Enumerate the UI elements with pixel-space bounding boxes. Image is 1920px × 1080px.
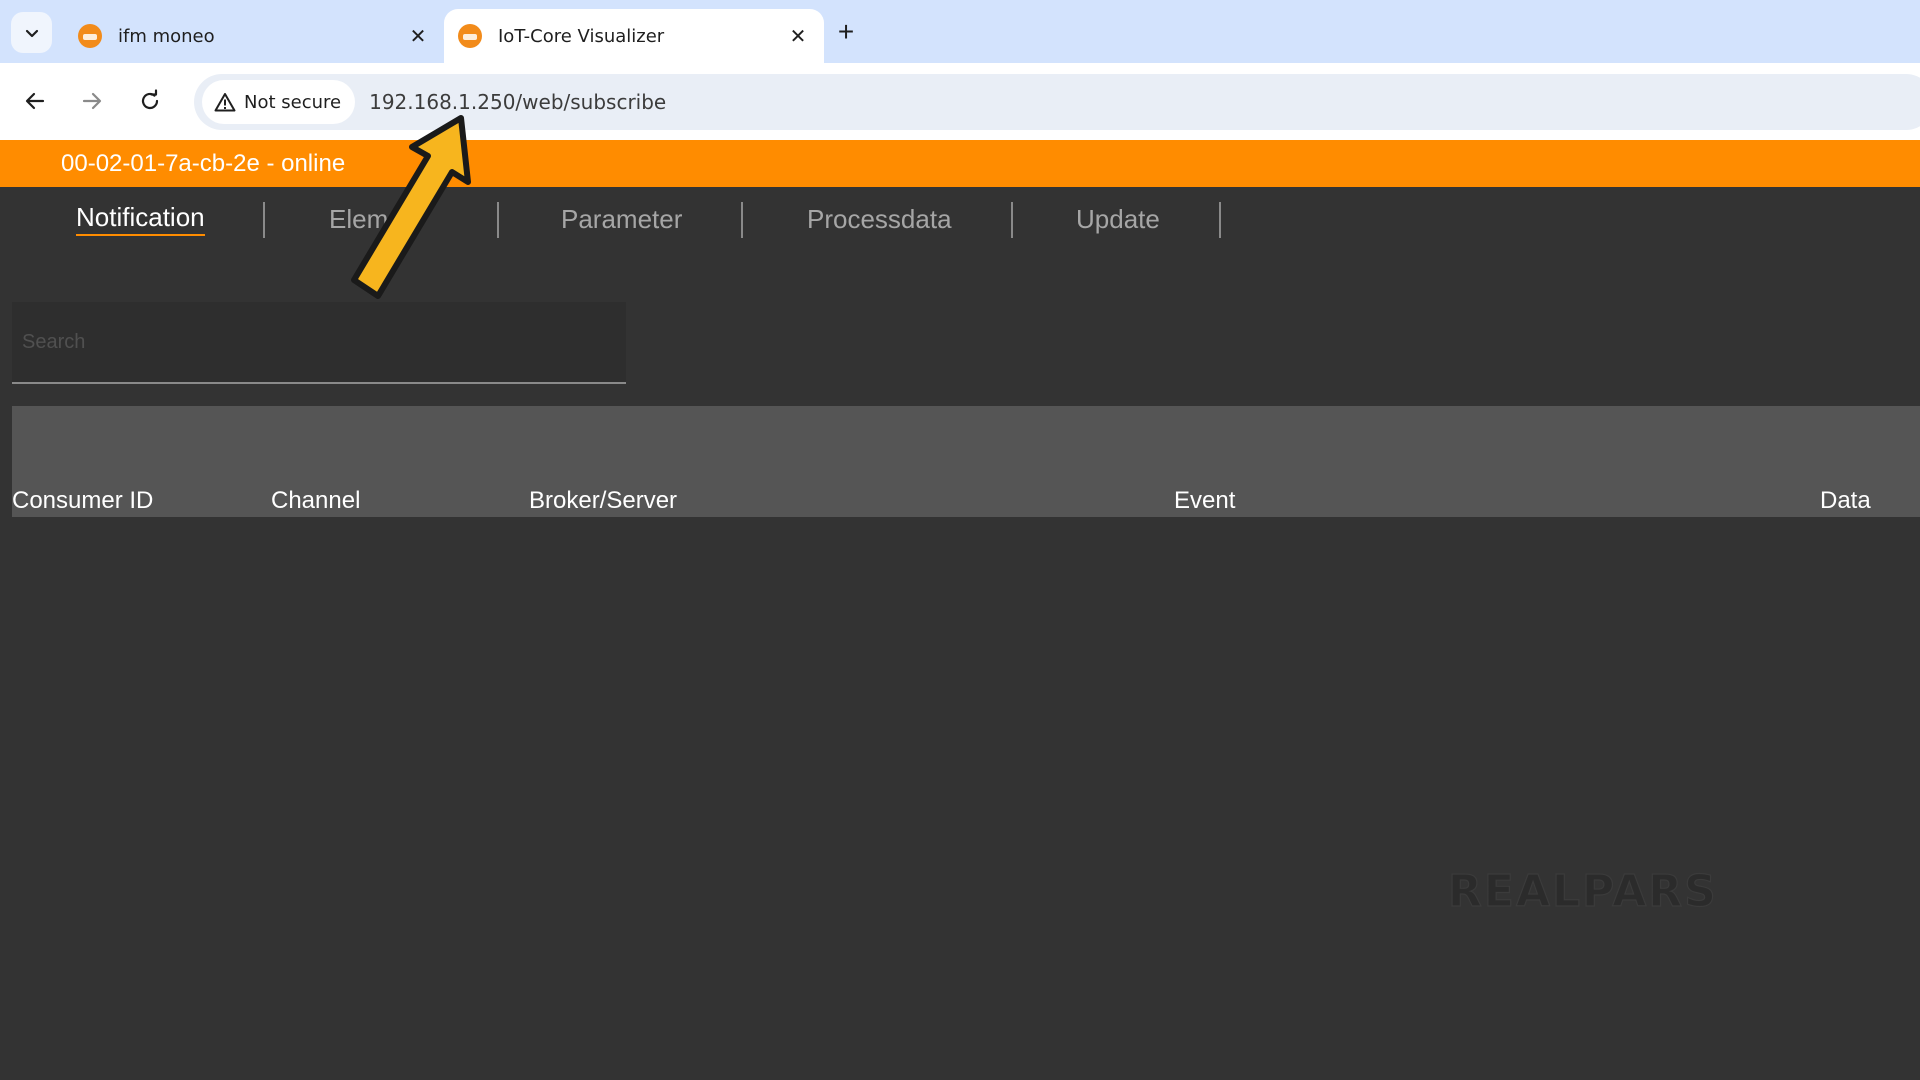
- notification-table-header: Consumer ID Channel Broker/Server Event …: [12, 406, 1920, 517]
- arrow-right-icon: [82, 92, 102, 110]
- tab-update[interactable]: Update: [1076, 198, 1160, 240]
- browser-tab-ifm-moneo[interactable]: ifm moneo ✕: [64, 9, 444, 63]
- security-indicator[interactable]: Not secure: [202, 80, 356, 124]
- ifm-favicon-icon: [458, 24, 482, 48]
- new-tab-button[interactable]: +: [826, 14, 866, 50]
- main-navigation: Notification Elem Parameter Processdata …: [0, 198, 1260, 240]
- tab-label: Parameter: [561, 203, 683, 234]
- close-icon[interactable]: ✕: [786, 24, 810, 48]
- column-header-data[interactable]: Data: [1820, 487, 1871, 515]
- column-header-event[interactable]: Event: [1174, 487, 1235, 515]
- search-input[interactable]: [12, 302, 626, 382]
- tab-label: Update: [1076, 203, 1160, 234]
- svg-text:REALPARS: REALPARS: [1448, 866, 1718, 914]
- arrow-left-icon: [25, 92, 45, 110]
- tab-notification[interactable]: Notification: [76, 198, 205, 240]
- search-field: [12, 302, 626, 384]
- column-header-consumer-id[interactable]: Consumer ID: [12, 487, 153, 515]
- browser-tab-strip: ifm moneo ✕ IoT-Core Visualizer ✕ +: [0, 0, 1920, 63]
- back-button[interactable]: [15, 81, 55, 121]
- browser-toolbar: Not secure 192.168.1.250/web/subscribe: [0, 63, 1920, 140]
- warning-icon: [214, 93, 236, 112]
- reload-button[interactable]: [130, 81, 170, 121]
- tab-divider: [263, 202, 265, 238]
- tab-parameter[interactable]: Parameter: [561, 198, 682, 240]
- security-label: Not secure: [244, 91, 342, 113]
- forward-button[interactable]: [72, 81, 112, 121]
- tab-label: Notification: [76, 202, 205, 236]
- close-icon[interactable]: ✕: [406, 24, 430, 48]
- tab-divider: [1011, 202, 1013, 238]
- tab-label: Processdata: [807, 203, 952, 234]
- tab-divider: [497, 202, 499, 238]
- plus-icon: +: [837, 16, 855, 47]
- iot-core-visualizer-page: 00-02-01-7a-cb-2e - online Notification …: [0, 140, 1920, 1080]
- tab-divider: [741, 202, 743, 238]
- pointer-arrow-icon: [351, 115, 471, 299]
- device-status-text: 00-02-01-7a-cb-2e - online: [61, 150, 346, 177]
- device-status-bar: 00-02-01-7a-cb-2e - online: [0, 140, 1920, 187]
- realpars-watermark-logo: REALPARS: [1448, 866, 1718, 914]
- chevron-down-icon: [25, 29, 38, 37]
- column-header-channel[interactable]: Channel: [271, 487, 360, 515]
- tab-search-button[interactable]: [11, 12, 52, 53]
- tab-divider: [1219, 202, 1221, 238]
- column-header-broker-server[interactable]: Broker/Server: [529, 487, 677, 515]
- tab-processdata[interactable]: Processdata: [807, 198, 952, 240]
- reload-icon: [141, 89, 159, 110]
- ifm-favicon-icon: [78, 24, 102, 48]
- browser-tab-iot-core-visualizer[interactable]: IoT-Core Visualizer ✕: [444, 9, 824, 63]
- tab-title: ifm moneo: [118, 25, 215, 47]
- tab-title: IoT-Core Visualizer: [498, 25, 665, 47]
